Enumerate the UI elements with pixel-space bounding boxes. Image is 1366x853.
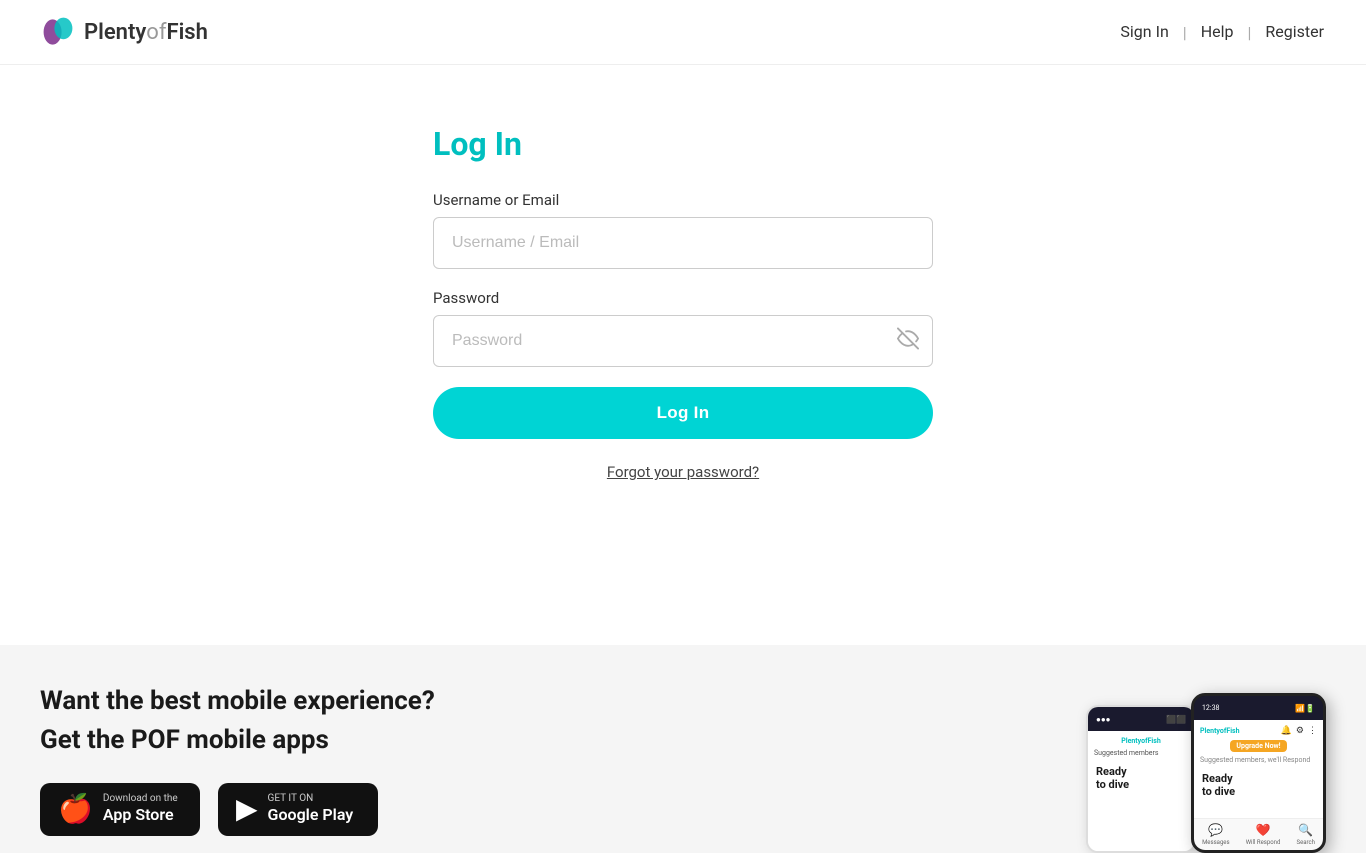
black-phone-logo: PlentyofFish <box>1200 727 1240 735</box>
logo[interactable]: PlentyofFish <box>40 14 208 50</box>
footer-headline2: Get the POF mobile apps <box>40 725 435 755</box>
white-phone-body: PlentyofFish Suggested members Readyto d… <box>1088 731 1194 851</box>
header: PlentyofFish Sign In | Help | Register <box>0 0 1366 65</box>
login-title: Log In <box>433 125 933 163</box>
appstore-text: Download on the App Store <box>103 793 178 826</box>
footer-left: Want the best mobile experience? Get the… <box>40 685 435 836</box>
phone-bottom-nav: 💬 Messages ❤️ Will Respond 🔍 Search <box>1194 818 1323 850</box>
phone-mockups: ●●●⬛⬛ PlentyofFish Suggested members Rea… <box>1046 685 1326 853</box>
googleplay-small-text: GET IT ON <box>268 793 354 805</box>
appstore-small-text: Download on the <box>103 793 178 805</box>
username-input[interactable] <box>433 217 933 269</box>
login-button[interactable]: Log In <box>433 387 933 439</box>
phone-nav-messages: 💬 Messages <box>1202 823 1230 846</box>
respond-icon: ❤️ <box>1256 823 1271 837</box>
logo-icon <box>40 14 76 50</box>
black-phone-body: PlentyofFish 🔔 ⚙ ⋮ Upgrade Now! Suggeste… <box>1194 720 1323 818</box>
store-buttons: 🍎 Download on the App Store ▶ GET IT ON … <box>40 783 435 836</box>
black-phone-icons: 🔔 ⚙ ⋮ <box>1281 726 1317 736</box>
phone-mockup-black: 12:38 📶🔋 PlentyofFish 🔔 ⚙ ⋮ Upgrade Now!… <box>1191 693 1326 853</box>
phone-nav-respond: ❤️ Will Respond <box>1246 823 1281 846</box>
help-link[interactable]: Help <box>1199 18 1236 47</box>
register-link[interactable]: Register <box>1263 18 1326 47</box>
googleplay-text: GET IT ON Google Play <box>268 793 354 826</box>
main-content: Log In Username or Email Password Log In… <box>0 65 1366 645</box>
username-label: Username or Email <box>433 191 933 209</box>
upgrade-banner: Upgrade Now! <box>1230 740 1286 752</box>
forgot-password-link[interactable]: Forgot your password? <box>433 463 933 481</box>
password-label: Password <box>433 289 933 307</box>
black-phone-ready-text: Readyto dive <box>1200 768 1317 798</box>
signin-link[interactable]: Sign In <box>1118 18 1170 47</box>
googleplay-button[interactable]: ▶ GET IT ON Google Play <box>218 783 378 836</box>
toggle-password-icon[interactable] <box>897 328 919 355</box>
nav-divider-2: | <box>1247 23 1251 42</box>
phone-nav-search: 🔍 Search <box>1297 823 1315 846</box>
footer-headline1: Want the best mobile experience? <box>40 685 435 719</box>
black-phone-header: 12:38 📶🔋 <box>1194 696 1323 720</box>
suggested-text: Suggested members, we'll Respond <box>1200 756 1317 764</box>
appstore-button[interactable]: 🍎 Download on the App Store <box>40 783 200 836</box>
googleplay-big-text: Google Play <box>268 805 354 826</box>
password-wrapper <box>433 315 933 367</box>
ready-text: Readyto dive <box>1094 761 1188 791</box>
messages-icon: 💬 <box>1208 823 1223 837</box>
white-phone-header: ●●●⬛⬛ <box>1088 707 1194 731</box>
pof-mini-logo: PlentyofFish <box>1121 737 1161 745</box>
password-input[interactable] <box>433 315 933 367</box>
search-icon: 🔍 <box>1298 823 1313 837</box>
nav-divider-1: | <box>1183 23 1187 42</box>
googleplay-icon: ▶ <box>236 795 258 823</box>
appstore-big-text: App Store <box>103 805 178 826</box>
nav-links: Sign In | Help | Register <box>1118 18 1326 47</box>
logo-text: PlentyofFish <box>84 20 208 45</box>
apple-icon: 🍎 <box>58 795 93 823</box>
phone-mockup-white: ●●●⬛⬛ PlentyofFish Suggested members Rea… <box>1086 705 1196 853</box>
login-box: Log In Username or Email Password Log In… <box>433 125 933 481</box>
footer-section: Want the best mobile experience? Get the… <box>0 645 1366 853</box>
